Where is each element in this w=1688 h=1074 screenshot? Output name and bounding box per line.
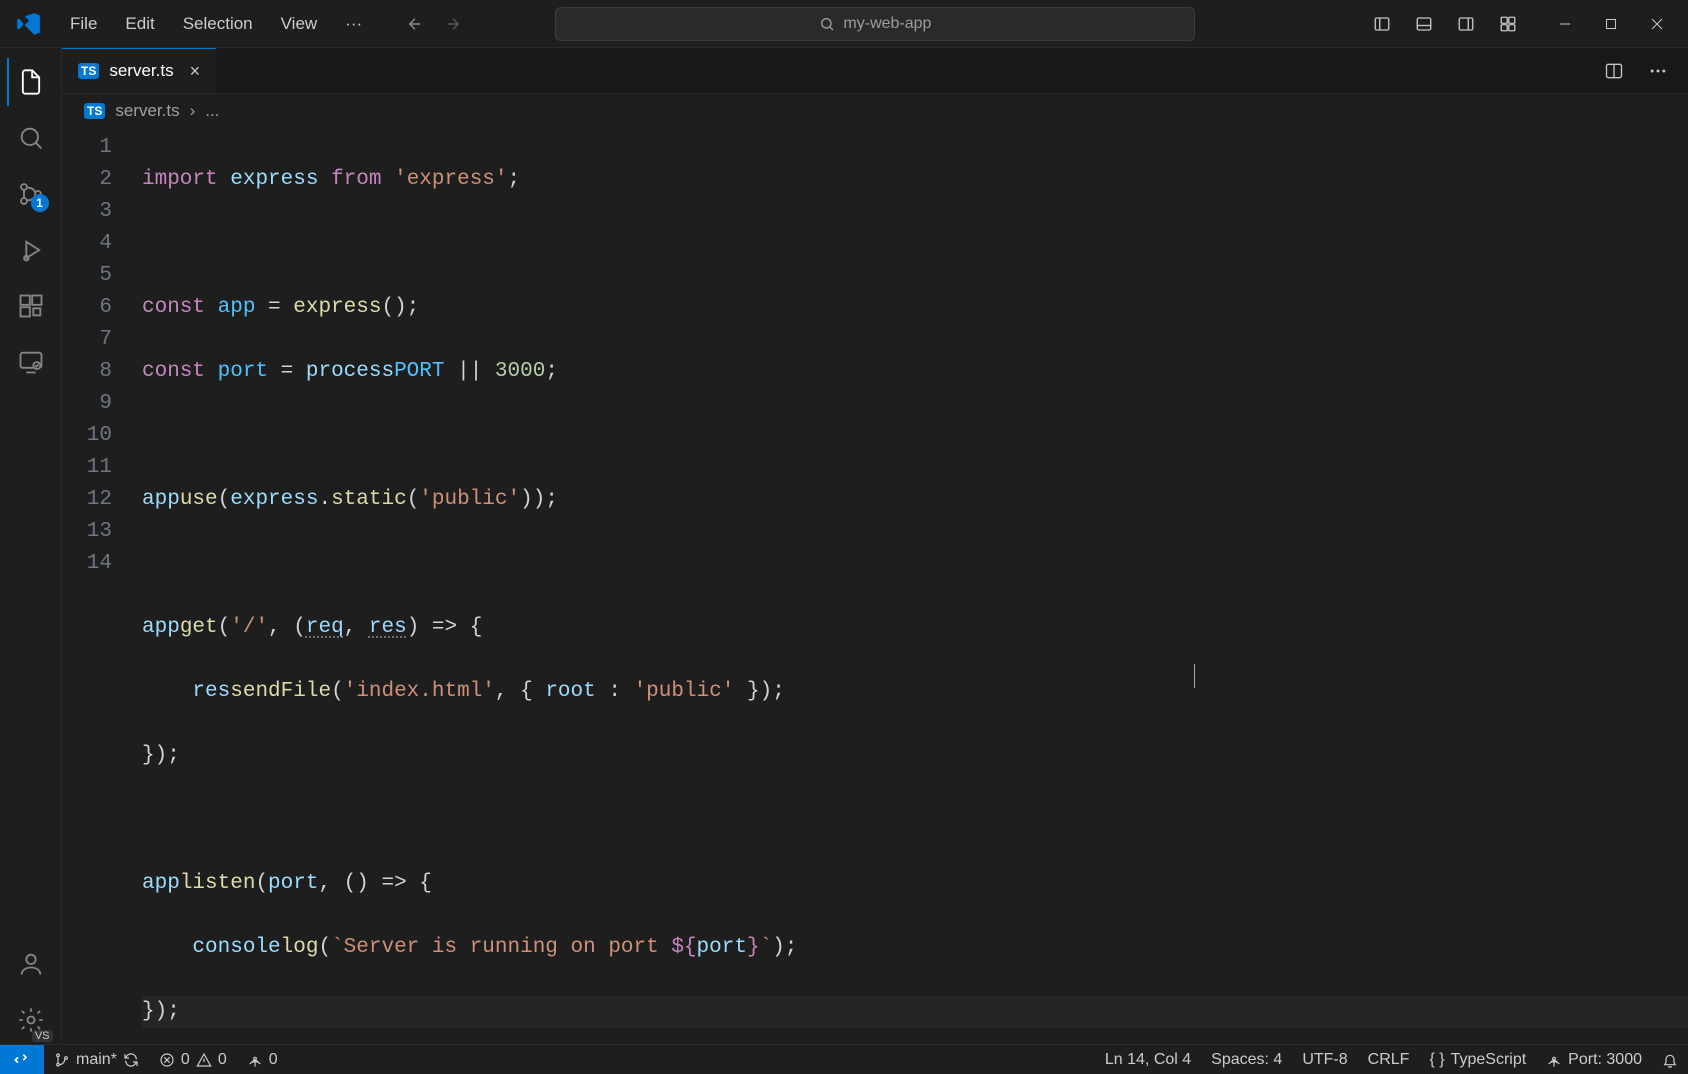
window-minimize-icon[interactable] <box>1542 7 1588 41</box>
radio-tower-icon <box>1546 1052 1562 1068</box>
editor-more-icon[interactable] <box>1638 51 1678 91</box>
explorer-icon[interactable] <box>7 58 55 106</box>
run-debug-icon[interactable] <box>7 226 55 274</box>
menu-view[interactable]: View <box>269 10 330 38</box>
braces-icon: { } <box>1429 1051 1444 1069</box>
main-area: 1 VS TS server.ts × <box>0 48 1688 1044</box>
menu-file[interactable]: File <box>58 10 109 38</box>
remote-explorer-icon[interactable] <box>7 338 55 386</box>
indentation-status[interactable]: Spaces: 4 <box>1201 1045 1292 1074</box>
scm-badge: 1 <box>31 194 49 212</box>
layout-secondary-sidebar-icon[interactable] <box>1446 7 1486 41</box>
code-editor[interactable]: 123 456 789 101112 1314 import express f… <box>62 128 1688 1044</box>
menu-more[interactable]: ··· <box>333 10 374 38</box>
accounts-icon[interactable] <box>7 940 55 988</box>
editor-area: TS server.ts × TS server.ts › ... 123 <box>62 48 1688 1044</box>
eol-status[interactable]: CRLF <box>1358 1045 1420 1074</box>
search-activity-icon[interactable] <box>7 114 55 162</box>
typescript-icon: TS <box>78 63 99 79</box>
menu-edit[interactable]: Edit <box>113 10 166 38</box>
branch-icon <box>54 1052 70 1068</box>
text-cursor <box>1194 664 1195 688</box>
forwarded-port-status[interactable]: Port: 3000 <box>1536 1045 1652 1074</box>
breadcrumb-sep: › <box>190 101 196 121</box>
status-bar: main* 0 0 0 Ln 14, Col 4 Spaces: 4 UTF-8… <box>0 1044 1688 1074</box>
git-branch-status[interactable]: main* <box>44 1045 149 1074</box>
notifications-icon[interactable] <box>1652 1045 1688 1074</box>
code-content[interactable]: import express from 'express'; const app… <box>142 128 1688 1044</box>
customize-layout-icon[interactable] <box>1488 7 1528 41</box>
activity-bar: 1 VS <box>0 48 62 1044</box>
error-icon <box>159 1052 175 1068</box>
nav-back-icon[interactable] <box>398 7 432 41</box>
extensions-icon[interactable] <box>7 282 55 330</box>
remote-host-icon[interactable] <box>0 1045 44 1074</box>
radio-tower-icon <box>247 1052 263 1068</box>
layout-panel-icon[interactable] <box>1404 7 1444 41</box>
search-icon <box>819 16 835 32</box>
warning-icon <box>196 1052 212 1068</box>
sync-icon <box>123 1052 139 1068</box>
search-text: my-web-app <box>843 15 931 33</box>
tab-filename: server.ts <box>109 61 173 81</box>
nav-forward-icon[interactable] <box>436 7 470 41</box>
vscode-logo-icon <box>14 9 44 39</box>
editor-tabs: TS server.ts × <box>62 48 1688 94</box>
breadcrumb-rest: ... <box>205 101 219 121</box>
language-mode-status[interactable]: { } TypeScript <box>1419 1045 1536 1074</box>
breadcrumb[interactable]: TS server.ts › ... <box>62 94 1688 128</box>
tab-close-icon[interactable]: × <box>190 61 201 82</box>
cursor-position-status[interactable]: Ln 14, Col 4 <box>1095 1045 1201 1074</box>
split-editor-icon[interactable] <box>1594 51 1634 91</box>
encoding-status[interactable]: UTF-8 <box>1292 1045 1357 1074</box>
problems-status[interactable]: 0 0 <box>149 1045 237 1074</box>
typescript-icon: TS <box>84 103 105 119</box>
window-maximize-icon[interactable] <box>1588 7 1634 41</box>
settings-label: VS <box>32 1030 53 1042</box>
layout-primary-sidebar-icon[interactable] <box>1362 7 1402 41</box>
breadcrumb-file: server.ts <box>115 101 179 121</box>
title-bar: File Edit Selection View ··· my-web-app <box>0 0 1688 48</box>
command-center-search[interactable]: my-web-app <box>555 7 1195 41</box>
line-number-gutter: 123 456 789 101112 1314 <box>62 128 142 1044</box>
source-control-icon[interactable]: 1 <box>7 170 55 218</box>
editor-tab-server-ts[interactable]: TS server.ts × <box>62 48 216 93</box>
menu-selection[interactable]: Selection <box>171 10 265 38</box>
window-close-icon[interactable] <box>1634 7 1680 41</box>
ports-status[interactable]: 0 <box>237 1045 288 1074</box>
settings-gear-icon[interactable]: VS <box>7 996 55 1044</box>
